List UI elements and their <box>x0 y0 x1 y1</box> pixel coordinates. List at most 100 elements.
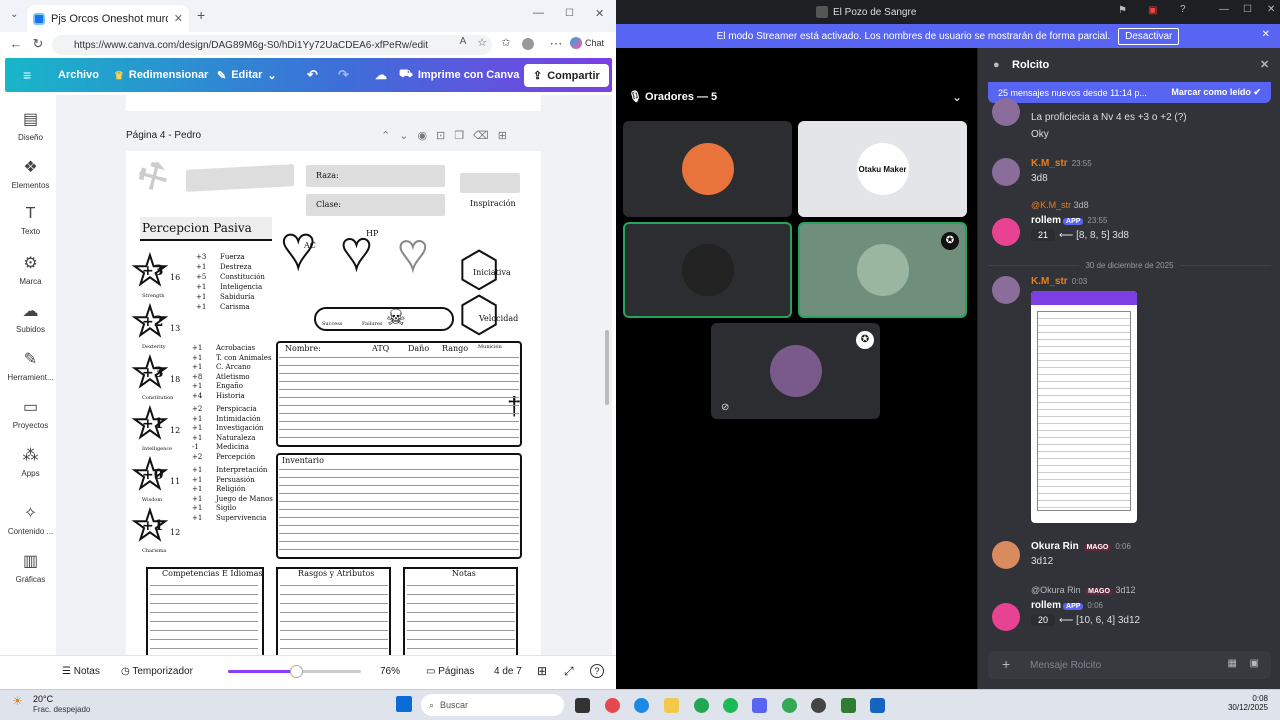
close-window-icon[interactable]: ✕ <box>595 7 604 20</box>
close-chat-icon[interactable]: ✕ <box>1260 58 1269 71</box>
tile-black-cat[interactable] <box>623 222 792 318</box>
grid-view-icon[interactable]: ⊞ <box>537 664 547 678</box>
sidebar-item-apps[interactable]: ⁂ Apps <box>5 445 56 478</box>
compartir-button[interactable]: ⇪ Compartir <box>524 64 609 87</box>
zoom-slider-thumb[interactable] <box>290 665 304 678</box>
windows-start-icon[interactable] <box>396 696 412 712</box>
username[interactable]: K.M_str <box>1031 276 1068 287</box>
hide-icon[interactable]: ◉ <box>417 130 436 142</box>
redo-icon[interactable]: ↷ <box>338 67 349 83</box>
minimize-icon[interactable]: — <box>533 7 544 19</box>
read-aloud-icon[interactable]: A <box>455 36 471 47</box>
temporizador-button[interactable]: ◷ Temporizador <box>121 666 193 677</box>
gif-icon[interactable]: ▦ <box>1228 658 1237 669</box>
undo-icon[interactable]: ↶ <box>307 67 318 83</box>
notepad-icon[interactable] <box>870 698 885 713</box>
tile-white-dragon[interactable]: ✪ <box>798 222 967 318</box>
mark-read-button[interactable]: Marcar como leído ✔ <box>1171 87 1261 98</box>
canvas-scrollbar[interactable] <box>605 330 609 405</box>
zoom-value[interactable]: 76% <box>380 666 400 677</box>
cloud-save-icon[interactable]: ☁ <box>375 68 387 82</box>
discord-icon[interactable] <box>752 698 767 713</box>
tile-otaku-maker[interactable]: Otaku Maker <box>798 121 967 217</box>
notas-button[interactable]: ☰ Notas <box>62 666 100 677</box>
app-icon[interactable] <box>841 698 856 713</box>
sidebar-item-proyectos[interactable]: ▭ Proyectos <box>5 397 56 430</box>
help-icon[interactable]: ? <box>590 664 604 678</box>
lock-icon[interactable]: ⊡ <box>436 130 454 142</box>
design-canvas[interactable]: Página 4 - Pedro ⌃⌄◉⊡❐⌫⊞ ⚒ Raza: Clase: … <box>56 95 612 655</box>
maximize-icon[interactable]: ☐ <box>1243 4 1252 15</box>
copilot-chat-button[interactable]: Chat <box>570 37 604 49</box>
message-input[interactable]: + Mensaje Rolcito ▦ ▣ <box>988 651 1271 679</box>
collapse-chevron-icon[interactable]: ⌄ <box>952 90 962 104</box>
sidebar-item-diseno[interactable]: ▤ Diseño <box>5 109 56 142</box>
more-menu-icon[interactable]: ⋯ <box>548 36 564 52</box>
screenshot-attachment[interactable] <box>1031 291 1137 523</box>
minimize-icon[interactable]: — <box>1219 4 1229 15</box>
clock[interactable]: 0:08 30/12/2025 <box>1228 694 1268 712</box>
close-tab-icon[interactable]: ✕ <box>174 12 183 25</box>
reload-icon[interactable]: ↻ <box>30 36 46 52</box>
sidebar-item-marca[interactable]: ⚙ Marca <box>5 253 56 286</box>
page-up-icon[interactable]: ⌃ <box>381 130 399 142</box>
close-banner-icon[interactable]: ✕ <box>1262 29 1270 40</box>
help-icon[interactable]: ? <box>1180 4 1186 15</box>
username[interactable]: rollem <box>1031 215 1061 226</box>
username[interactable]: Okura Rin <box>1031 541 1079 552</box>
weather-temp[interactable]: 20°C <box>33 694 53 704</box>
sidebar-item-graficas[interactable]: ▥ Gráficas <box>5 551 56 584</box>
new-tab-plus-icon[interactable]: + <box>197 7 205 23</box>
imprime-button[interactable]: ⛟ Imprime con Canva <box>399 68 519 82</box>
desactivar-button[interactable]: Desactivar <box>1118 27 1180 45</box>
chrome-icon[interactable] <box>605 698 620 713</box>
back-icon[interactable]: ← <box>8 36 24 51</box>
sidebar-item-elementos[interactable]: ❖ Elementos <box>5 157 56 190</box>
url-field[interactable]: https://www.canva.com/design/DAG89M6g-S0… <box>52 35 492 55</box>
editar-button[interactable]: ✎ Editar ⌄ <box>217 69 277 82</box>
tab-menu-icon[interactable]: ⌄ <box>10 9 18 20</box>
tile-purple-elf[interactable]: ✪ ⊘ <box>711 323 880 419</box>
reply-user[interactable]: @Okura Rin <box>1031 585 1081 595</box>
sidebar-item-subidos[interactable]: ☁ Subidos <box>5 301 56 334</box>
tile-redhead[interactable] <box>623 121 792 217</box>
page-down-icon[interactable]: ⌄ <box>399 130 417 142</box>
archivo-menu[interactable]: Archivo <box>58 69 99 81</box>
sidebar-item-texto[interactable]: T Texto <box>5 205 56 236</box>
favorite-star-icon[interactable]: ☆ <box>474 36 490 49</box>
username[interactable]: rollem <box>1031 600 1061 611</box>
sticker-icon[interactable]: ▣ <box>1250 658 1259 669</box>
zoom-slider[interactable] <box>228 665 361 678</box>
fullscreen-icon[interactable]: ⤢ <box>564 664 574 679</box>
stream-icon[interactable]: ▣ <box>1148 5 1157 16</box>
add-attachment-icon[interactable]: + <box>1002 656 1010 672</box>
sidebar-item-contenido[interactable]: ✧ Contenido ... <box>5 503 56 536</box>
username[interactable]: K.M_str <box>1031 158 1068 169</box>
inbox-icon[interactable]: ⚑ <box>1118 5 1127 16</box>
app-tag: APP <box>1063 218 1084 225</box>
close-window-icon[interactable]: ✕ <box>1267 4 1275 15</box>
spotify-icon[interactable] <box>723 698 738 713</box>
duplicate-icon[interactable]: ❐ <box>454 130 473 142</box>
add-page-icon[interactable]: ⊞ <box>498 130 516 142</box>
taskbar-search[interactable]: ⌕ Buscar <box>421 694 564 716</box>
character-sheet-page[interactable]: ⚒ Raza: Clase: Inspiración Percepcion Pa… <box>126 151 541 655</box>
new-messages-bar[interactable]: 25 mensajes nuevos desde 11:14 p... Marc… <box>988 82 1271 103</box>
reply-user[interactable]: @K.M_str <box>1031 200 1071 210</box>
favorites-icon[interactable]: ✩ <box>498 36 514 49</box>
task-view-icon[interactable] <box>575 698 590 713</box>
steam-icon[interactable] <box>811 698 826 713</box>
redimensionar-button[interactable]: ♛ Redimensionar <box>114 69 208 82</box>
browser-tab[interactable]: Pjs Orcos Oneshot murder hobo ✕ <box>27 5 189 32</box>
maximize-icon[interactable]: ☐ <box>565 8 574 19</box>
hamburger-menu-icon[interactable]: ≡ <box>23 67 31 83</box>
edge-icon[interactable] <box>634 698 649 713</box>
whatsapp-icon[interactable] <box>694 698 709 713</box>
delete-icon[interactable]: ⌫ <box>473 130 498 142</box>
profile-avatar[interactable] <box>522 38 534 50</box>
sidebar-item-herramientas[interactable]: ✎ Herramient... <box>5 349 56 382</box>
weather-icon[interactable]: ☀ <box>12 694 23 708</box>
chrome-profile-icon[interactable] <box>782 698 797 713</box>
paginas-button[interactable]: ▭ Páginas <box>426 666 474 677</box>
file-explorer-icon[interactable] <box>664 698 679 713</box>
